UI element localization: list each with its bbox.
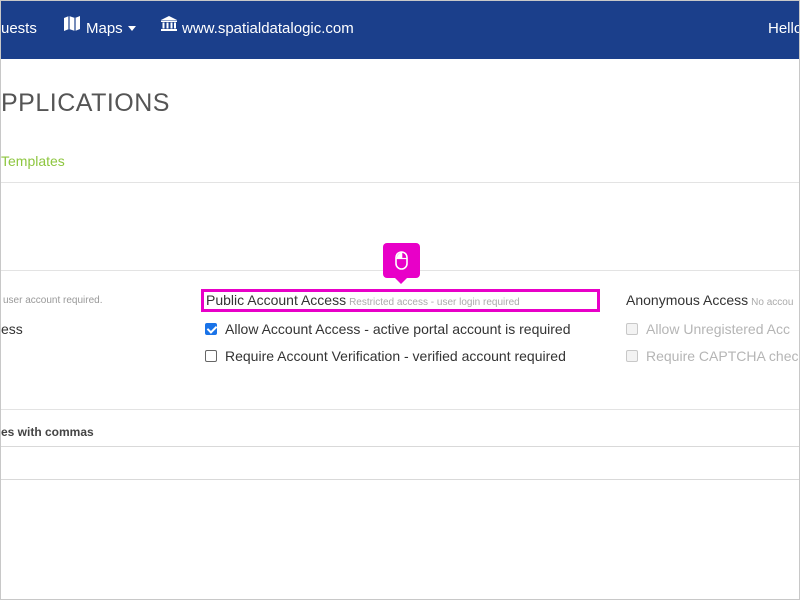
chevron-down-icon <box>127 25 136 31</box>
nav-requests[interactable]: uests <box>1 1 37 59</box>
map-icon <box>63 1 81 55</box>
mouse-icon <box>395 251 408 275</box>
allow-account-access-checkbox[interactable] <box>205 323 217 335</box>
nav-maps-dropdown[interactable]: Maps <box>63 1 136 59</box>
left-column-label: ess <box>1 321 23 337</box>
cursor-indicator-badge <box>383 243 420 284</box>
divider <box>1 182 799 183</box>
nav-user-menu[interactable]: Hello <box>768 1 800 59</box>
nav-site-label: www.spatialdatalogic.com <box>182 20 354 37</box>
require-captcha-checkbox <box>626 350 638 362</box>
allow-unregistered-label: Allow Unregistered Acc <box>646 321 790 337</box>
templates-tab-link[interactable]: Templates <box>1 153 65 169</box>
commas-field-label: es with commas <box>1 425 94 439</box>
require-verification-label: Require Account Verification - verified … <box>225 348 566 364</box>
commas-input[interactable] <box>1 446 799 480</box>
allow-unregistered-checkbox <box>626 323 638 335</box>
top-navbar: uests Maps www.spatialdatalogic.com Hell… <box>1 1 800 59</box>
nav-site-link[interactable]: www.spatialdatalogic.com <box>161 1 354 59</box>
nav-requests-label: uests <box>1 20 37 37</box>
divider <box>1 409 799 410</box>
require-captcha-label: Require CAPTCHA chec <box>646 348 799 364</box>
require-verification-checkbox[interactable] <box>205 350 217 362</box>
page-title: PPLICATIONS <box>1 89 170 117</box>
allow-account-access-label: Allow Account Access - active portal acc… <box>225 321 571 337</box>
browser-viewport: uests Maps www.spatialdatalogic.com Hell… <box>0 0 800 600</box>
click-target-highlight <box>201 289 600 312</box>
anonymous-access-title: Anonymous Access <box>626 292 749 308</box>
nav-maps-label: Maps <box>86 20 123 37</box>
anonymous-access-note: No accou <box>751 297 794 308</box>
left-column-note: user account required. <box>3 295 103 306</box>
institution-icon <box>161 1 177 55</box>
anonymous-access-heading: Anonymous Access No accou <box>626 292 793 308</box>
nav-user-label: Hello <box>768 20 800 37</box>
